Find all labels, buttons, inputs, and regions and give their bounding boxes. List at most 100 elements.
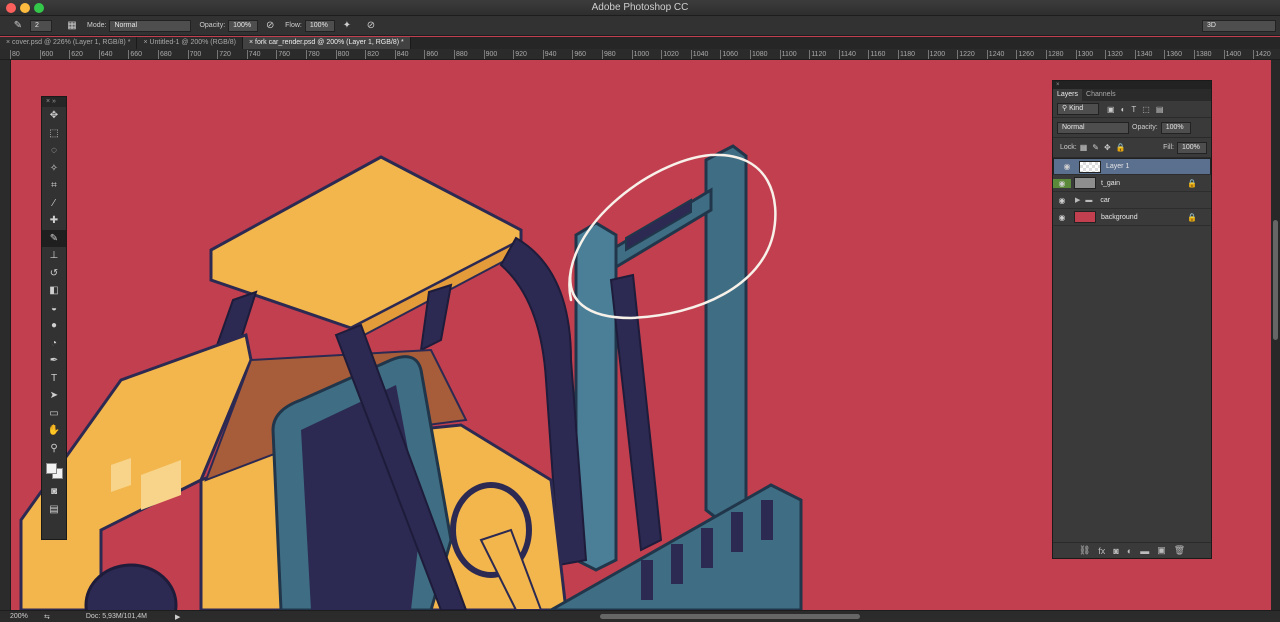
doc-size: Doc: 5,93M/101,4M bbox=[85, 613, 147, 620]
magic-wand-tool-icon[interactable]: ✧ bbox=[42, 160, 66, 178]
color-swatches[interactable] bbox=[42, 457, 66, 483]
add-mask-icon[interactable]: ◙ bbox=[1113, 546, 1118, 556]
ruler-tick: 1040 bbox=[690, 50, 709, 59]
history-brush-tool-icon[interactable]: ↺ bbox=[42, 265, 66, 283]
tab-untitled[interactable]: × Untitled-1 @ 200% (RGB/8) bbox=[137, 37, 243, 49]
delete-layer-icon[interactable]: 🗑 bbox=[1174, 545, 1185, 556]
eyedropper-tool-icon[interactable]: ⁄ bbox=[42, 195, 66, 213]
airbrush-icon[interactable]: ✦ bbox=[338, 19, 356, 33]
blur-tool-icon[interactable]: ● bbox=[42, 317, 66, 335]
path-selection-tool-icon[interactable]: ➤ bbox=[42, 387, 66, 405]
tools-panel-header[interactable]: × » bbox=[42, 97, 66, 107]
eraser-tool-icon[interactable]: ◧ bbox=[42, 282, 66, 300]
flow-input[interactable]: 100% bbox=[304, 19, 335, 32]
layer-style-fx-icon[interactable]: fx bbox=[1098, 546, 1105, 556]
filter-pixel-icon[interactable]: ▣ bbox=[1107, 105, 1115, 114]
layer-row[interactable]: ◉ t_gain 🔒 bbox=[1053, 175, 1211, 192]
fill-label: Fill: bbox=[1163, 144, 1174, 151]
ruler-tick: 700 bbox=[187, 50, 202, 59]
tab-layers[interactable]: Layers bbox=[1053, 89, 1083, 101]
tab-channels[interactable]: Channels bbox=[1082, 89, 1120, 101]
layer-thumbnail bbox=[1074, 177, 1096, 189]
shape-tool-icon[interactable]: ▭ bbox=[42, 405, 66, 423]
adjustment-layer-icon[interactable]: ◐ bbox=[1127, 546, 1132, 556]
mode-select[interactable]: Normal bbox=[109, 19, 192, 32]
layers-panel-header[interactable]: × bbox=[1053, 81, 1211, 89]
workspace-select[interactable]: 3D bbox=[1202, 19, 1276, 32]
layer-opacity-label: Opacity: bbox=[1132, 124, 1158, 131]
fill-input[interactable]: 100% bbox=[1177, 141, 1207, 154]
layers-panel-footer: ⛓ fx ◙ ◐ ▬ ▣ 🗑 bbox=[1053, 542, 1211, 558]
opacity-label: Opacity: bbox=[199, 22, 226, 29]
filter-type-icon[interactable]: T bbox=[1131, 105, 1136, 114]
lock-all-icon[interactable]: 🔒 bbox=[1116, 143, 1126, 152]
close-window-button[interactable] bbox=[6, 3, 16, 13]
horizontal-scrollbar[interactable] bbox=[600, 614, 861, 619]
new-group-icon[interactable]: ▬ bbox=[1140, 546, 1149, 556]
zoom-level[interactable]: 200% bbox=[10, 613, 44, 620]
disclosure-triangle-icon[interactable]: ▶ bbox=[1075, 196, 1080, 204]
ruler-tick: 1380 bbox=[1194, 50, 1212, 59]
zoom-window-button[interactable] bbox=[34, 3, 44, 13]
healing-brush-tool-icon[interactable]: ✚ bbox=[42, 212, 66, 230]
ruler-tick: 760 bbox=[276, 50, 291, 59]
visibility-eye-icon[interactable]: ◉ bbox=[1053, 213, 1071, 222]
quick-mask-icon[interactable]: ◙ bbox=[42, 483, 66, 501]
tab-cover[interactable]: × cover.psd @ 226% (Layer 1, RGB/8) * bbox=[0, 37, 138, 49]
brush-tool-icon[interactable]: ✎ bbox=[42, 229, 66, 247]
link-layers-icon[interactable]: ⛓ bbox=[1079, 545, 1090, 556]
pressure-size-icon[interactable]: ⊘ bbox=[362, 19, 380, 33]
crop-tool-icon[interactable]: ⌗ bbox=[42, 177, 66, 195]
cab-roof bbox=[209, 155, 523, 330]
new-layer-icon[interactable]: ▣ bbox=[1157, 545, 1166, 556]
layer-row[interactable]: ◉ ▶ ▬ car bbox=[1053, 192, 1211, 209]
opacity-input[interactable]: 100% bbox=[228, 19, 259, 32]
lasso-tool-icon[interactable]: ◌ bbox=[42, 142, 66, 160]
status-menu-icon[interactable]: ▶ bbox=[175, 613, 180, 621]
ruler-tick: 740 bbox=[246, 50, 261, 59]
visibility-eye-icon[interactable]: ◉ bbox=[1053, 178, 1071, 188]
hand-tool-icon[interactable]: ✋ bbox=[42, 422, 66, 440]
ruler-tick: 820 bbox=[365, 50, 379, 59]
pressure-opacity-icon[interactable]: ⊘ bbox=[261, 19, 279, 33]
brush-panel-toggle-icon[interactable]: ▦ bbox=[63, 19, 81, 33]
lock-pixels-icon[interactable]: ✎ bbox=[1092, 143, 1099, 152]
layer-opacity-input[interactable]: 100% bbox=[1160, 121, 1191, 134]
visibility-eye-icon[interactable]: ◉ bbox=[1053, 196, 1071, 205]
dodge-tool-icon[interactable]: ◔ bbox=[42, 335, 66, 353]
options-bar: ✎ 2 ▦ Mode: Normal Opacity: 100% ⊘ Flow:… bbox=[0, 16, 1280, 36]
layer-filter-select[interactable]: ⚲ Kind bbox=[1057, 103, 1099, 115]
lock-transparent-icon[interactable]: ▦ bbox=[1080, 143, 1088, 152]
move-tool-icon[interactable]: ✥ bbox=[42, 107, 66, 125]
type-tool-icon[interactable]: T bbox=[42, 370, 66, 388]
ruler-tick: 1000 bbox=[631, 50, 650, 59]
ruler-tick: 1220 bbox=[957, 50, 975, 59]
lock-position-icon[interactable]: ✥ bbox=[1104, 143, 1111, 152]
pen-tool-icon[interactable]: ✒ bbox=[42, 352, 66, 370]
layer-row[interactable]: ◉ background 🔒 bbox=[1053, 209, 1211, 226]
marquee-tool-icon[interactable]: ⬚ bbox=[42, 125, 66, 143]
visibility-eye-icon[interactable]: ◉ bbox=[1058, 162, 1076, 172]
vertical-ruler bbox=[0, 60, 11, 610]
ruler-tick: 780 bbox=[306, 50, 320, 59]
brush-tool-preset-icon[interactable]: ✎ bbox=[9, 19, 27, 33]
vertical-scrollbar[interactable] bbox=[1271, 60, 1280, 610]
filter-smart-object-icon[interactable]: ▤ bbox=[1156, 105, 1164, 114]
filter-adjustment-icon[interactable]: ◐ bbox=[1121, 105, 1126, 114]
ruler-tick: 1100 bbox=[779, 50, 797, 59]
horizontal-ruler: 80 600 620 640 660 680 700 720 740 760 780 800 820 84… bbox=[0, 49, 1280, 60]
blend-mode-select[interactable]: Normal bbox=[1057, 121, 1129, 134]
screen-mode-icon[interactable]: ▤ bbox=[42, 501, 66, 519]
filter-shape-icon[interactable]: ⬚ bbox=[1142, 105, 1150, 114]
layer-name: Layer 1 bbox=[1106, 162, 1130, 170]
foreground-color-swatch[interactable] bbox=[46, 463, 57, 474]
layer-row[interactable]: ◉ Layer 1 bbox=[1053, 158, 1211, 175]
ruler-tick: 1120 bbox=[809, 50, 827, 59]
minimize-window-button[interactable] bbox=[20, 3, 30, 13]
zoom-tool-icon[interactable]: ⚲ bbox=[42, 440, 66, 458]
ruler-tick: 1160 bbox=[868, 50, 886, 59]
paint-bucket-tool-icon[interactable]: ◒ bbox=[42, 300, 66, 318]
brush-size-picker[interactable]: 2 bbox=[30, 19, 52, 32]
clone-stamp-tool-icon[interactable]: ⊥ bbox=[42, 247, 66, 265]
tab-fork-car-render[interactable]: × fork car_render.psd @ 200% (Layer 1, R… bbox=[242, 37, 411, 49]
